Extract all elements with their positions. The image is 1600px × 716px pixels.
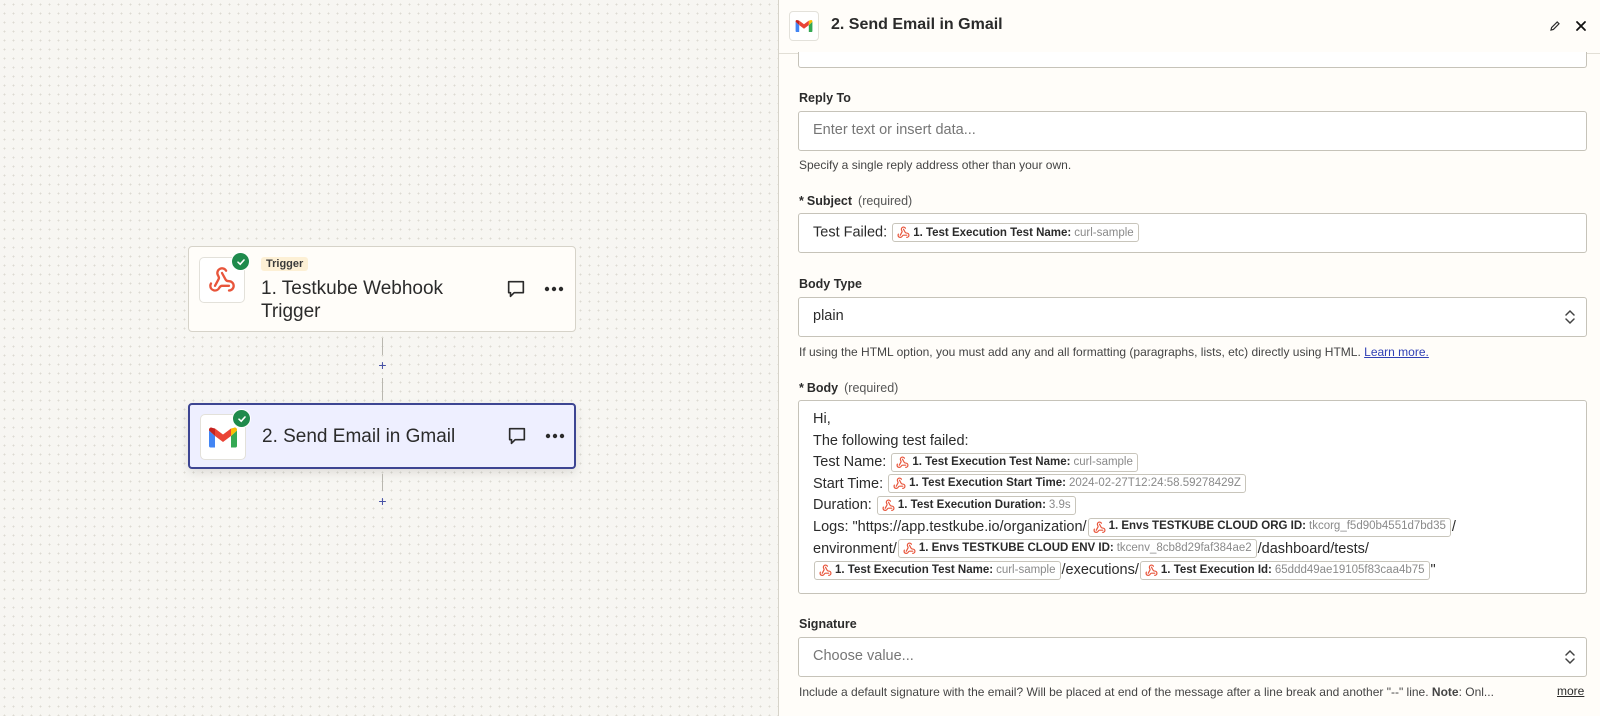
chevron-updown-icon [1564,308,1576,331]
webhook-icon [882,499,895,512]
webhook-icon [819,564,832,576]
previous-field-input[interactable] [798,52,1587,68]
webhook-icon [1145,564,1158,576]
data-pill[interactable]: 1. Test Execution Duration: 3.9s [876,496,1076,516]
webhook-icon [893,477,906,490]
panel-header: 2. Send Email in Gmail [779,0,1600,54]
body-textarea[interactable]: Hi, The following test failed: Test Name… [798,400,1587,594]
close-icon[interactable] [1571,16,1591,36]
gmail-icon [795,19,813,33]
reply-to-help: Specify a single reply address other tha… [799,158,1072,172]
success-check-icon [232,409,251,428]
more-options-icon[interactable] [542,423,568,449]
webhook-icon [897,226,910,238]
webhook-icon [896,456,909,468]
subject-input[interactable]: Test Failed: 1. Test Execution Test Name… [798,213,1587,253]
gmail-icon [208,426,238,449]
body-content: Hi, The following test failed: Test Name… [813,411,1456,580]
webhook-icon [208,266,236,294]
signature-select[interactable]: Choose value... [798,637,1587,677]
data-pill[interactable]: 1. Envs TESTKUBE CLOUD ENV ID: tkcenv_8cb… [897,539,1257,559]
data-pill[interactable]: 1. Envs TESTKUBE CLOUD ORG ID: tkcorg_f5d… [1087,517,1451,537]
reply-to-placeholder: Enter text or insert data... [813,122,976,138]
webhook-icon [903,542,916,555]
connector-line [382,378,383,400]
chevron-updown-icon [1564,648,1576,671]
data-pill[interactable]: 1. Test Execution Test Name: curl-sample [814,560,1061,580]
data-pill[interactable]: 1. Test Execution Test Name: curl-sample [892,223,1139,242]
gmail-app-tile [789,11,819,41]
reply-to-input[interactable]: Enter text or insert data... [798,111,1587,151]
reply-to-label: Reply To [799,91,851,105]
add-step-button[interactable]: + [375,494,390,509]
more-options-icon[interactable] [541,276,567,302]
step-title: 1. Testkube Webhook Trigger [261,278,444,322]
edit-pencil-icon[interactable] [1545,16,1565,36]
webhook-app-tile [199,252,250,303]
gmail-app-tile [200,409,251,460]
body-type-label: Body Type [799,277,862,291]
data-pill[interactable]: 1. Test Execution Start Time: 2024-02-27T… [888,474,1246,494]
trigger-badge: Trigger [261,257,309,271]
body-type-help: If using the HTML option, you must add a… [799,345,1429,359]
data-pill[interactable]: 1. Test Execution Test Name: curl-sample [891,452,1138,472]
signature-help: Include a default signature with the ema… [799,685,1494,699]
connector-line [382,474,383,491]
learn-more-link[interactable]: Learn more. [1364,345,1429,359]
step-title: 2. Send Email in Gmail [262,426,456,447]
webhook-icon [1093,521,1106,533]
signature-label: Signature [799,617,857,631]
body-type-value: plain [813,308,844,324]
add-step-button[interactable]: + [375,358,390,373]
comment-icon[interactable] [503,276,529,302]
success-check-icon [231,252,250,271]
step-card-trigger[interactable]: Trigger 1. Testkube Webhook Trigger [188,246,576,332]
subject-label: * Subject (required) [799,194,913,208]
panel-title: 2. Send Email in Gmail [831,16,1003,33]
more-link[interactable]: more [1557,684,1584,698]
comment-icon[interactable] [504,423,530,449]
step-editor-panel: 2. Send Email in Gmail Reply To Enter te… [778,0,1600,716]
body-label: * Body (required) [799,381,899,395]
body-type-select[interactable]: plain [798,297,1587,337]
signature-placeholder: Choose value... [813,648,914,664]
step-card-action[interactable]: 2. Send Email in Gmail [188,403,576,469]
connector-line [382,338,383,355]
subject-value: Test Failed: 1. Test Execution Test Name… [813,223,1140,242]
data-pill[interactable]: 1. Test Execution Id: 65ddd49ae19105f83ca… [1139,560,1430,580]
